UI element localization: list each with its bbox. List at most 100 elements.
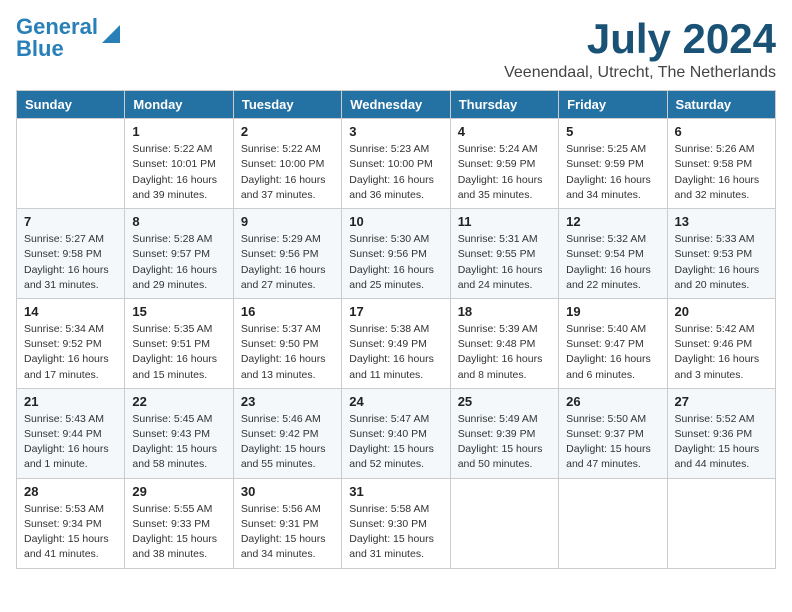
col-sunday: Sunday xyxy=(17,91,125,119)
day-info: Sunrise: 5:23 AM Sunset: 10:00 PM Daylig… xyxy=(349,142,442,203)
day-number: 17 xyxy=(349,304,442,319)
calendar-cell xyxy=(667,478,775,568)
day-number: 12 xyxy=(566,214,659,229)
day-number: 5 xyxy=(566,124,659,139)
calendar-week-row: 28Sunrise: 5:53 AM Sunset: 9:34 PM Dayli… xyxy=(17,478,776,568)
calendar-week-row: 7 Sunrise: 5:27 AM Sunset: 9:58 PM Daylig… xyxy=(17,209,776,299)
calendar-cell: 6Sunrise: 5:26 AM Sunset: 9:58 PM Daylig… xyxy=(667,119,775,209)
calendar-cell: 11 Sunrise: 5:31 AM Sunset: 9:55 PM Dayli… xyxy=(450,209,558,299)
calendar-cell: 7 Sunrise: 5:27 AM Sunset: 9:58 PM Daylig… xyxy=(17,209,125,299)
day-number: 31 xyxy=(349,484,442,499)
day-info: Sunrise: 5:43 AM Sunset: 9:44 PM Dayligh… xyxy=(24,412,117,473)
day-info: Sunrise: 5:30 AM Sunset: 9:56 PM Dayligh… xyxy=(349,232,442,293)
day-number: 7 xyxy=(24,214,117,229)
calendar-cell: 27 Sunrise: 5:52 AM Sunset: 9:36 PM Dayli… xyxy=(667,388,775,478)
calendar-week-row: 14 Sunrise: 5:34 AM Sunset: 9:52 PM Dayli… xyxy=(17,298,776,388)
day-info: Sunrise: 5:28 AM Sunset: 9:57 PM Dayligh… xyxy=(132,232,225,293)
calendar-cell: 13 Sunrise: 5:33 AM Sunset: 9:53 PM Dayli… xyxy=(667,209,775,299)
calendar-cell: 26 Sunrise: 5:50 AM Sunset: 9:37 PM Dayli… xyxy=(559,388,667,478)
calendar-cell xyxy=(17,119,125,209)
day-info: Sunrise: 5:40 AM Sunset: 9:47 PM Dayligh… xyxy=(566,322,659,383)
day-number: 25 xyxy=(458,394,551,409)
calendar-cell: 22 Sunrise: 5:45 AM Sunset: 9:43 PM Dayli… xyxy=(125,388,233,478)
calendar-cell: 12 Sunrise: 5:32 AM Sunset: 9:54 PM Dayli… xyxy=(559,209,667,299)
calendar-cell: 16 Sunrise: 5:37 AM Sunset: 9:50 PM Dayli… xyxy=(233,298,341,388)
day-info: Sunrise: 5:42 AM Sunset: 9:46 PM Dayligh… xyxy=(675,322,768,383)
calendar-cell: 15 Sunrise: 5:35 AM Sunset: 9:51 PM Dayli… xyxy=(125,298,233,388)
day-info: Sunrise: 5:37 AM Sunset: 9:50 PM Dayligh… xyxy=(241,322,334,383)
calendar-week-row: 21 Sunrise: 5:43 AM Sunset: 9:44 PM Dayli… xyxy=(17,388,776,478)
day-number: 16 xyxy=(241,304,334,319)
calendar-header-row: Sunday Monday Tuesday Wednesday Thursday… xyxy=(17,91,776,119)
calendar-cell: 4Sunrise: 5:24 AM Sunset: 9:59 PM Daylig… xyxy=(450,119,558,209)
day-number: 22 xyxy=(132,394,225,409)
col-wednesday: Wednesday xyxy=(342,91,450,119)
calendar-cell: 5Sunrise: 5:25 AM Sunset: 9:59 PM Daylig… xyxy=(559,119,667,209)
day-info: Sunrise: 5:33 AM Sunset: 9:53 PM Dayligh… xyxy=(675,232,768,293)
day-info: Sunrise: 5:39 AM Sunset: 9:48 PM Dayligh… xyxy=(458,322,551,383)
day-info: Sunrise: 5:56 AM Sunset: 9:31 PM Dayligh… xyxy=(241,502,334,563)
day-info: Sunrise: 5:22 AM Sunset: 10:01 PM Daylig… xyxy=(132,142,225,203)
col-thursday: Thursday xyxy=(450,91,558,119)
logo-arrow-icon xyxy=(100,23,122,45)
calendar-cell: 21 Sunrise: 5:43 AM Sunset: 9:44 PM Dayli… xyxy=(17,388,125,478)
day-number: 21 xyxy=(24,394,117,409)
day-info: Sunrise: 5:32 AM Sunset: 9:54 PM Dayligh… xyxy=(566,232,659,293)
day-number: 23 xyxy=(241,394,334,409)
day-number: 13 xyxy=(675,214,768,229)
calendar-cell xyxy=(450,478,558,568)
title-block: July 2024 Veenendaal, Utrecht, The Nethe… xyxy=(504,16,776,82)
day-info: Sunrise: 5:38 AM Sunset: 9:49 PM Dayligh… xyxy=(349,322,442,383)
day-number: 26 xyxy=(566,394,659,409)
calendar-cell: 23Sunrise: 5:46 AM Sunset: 9:42 PM Dayli… xyxy=(233,388,341,478)
day-info: Sunrise: 5:45 AM Sunset: 9:43 PM Dayligh… xyxy=(132,412,225,473)
calendar-table: Sunday Monday Tuesday Wednesday Thursday… xyxy=(16,90,776,568)
col-friday: Friday xyxy=(559,91,667,119)
calendar-cell: 29 Sunrise: 5:55 AM Sunset: 9:33 PM Dayli… xyxy=(125,478,233,568)
day-info: Sunrise: 5:55 AM Sunset: 9:33 PM Dayligh… xyxy=(132,502,225,563)
day-number: 18 xyxy=(458,304,551,319)
logo-text: GeneralBlue xyxy=(16,16,98,60)
day-info: Sunrise: 5:29 AM Sunset: 9:56 PM Dayligh… xyxy=(241,232,334,293)
calendar-cell: 3 Sunrise: 5:23 AM Sunset: 10:00 PM Dayli… xyxy=(342,119,450,209)
day-info: Sunrise: 5:27 AM Sunset: 9:58 PM Dayligh… xyxy=(24,232,117,293)
day-number: 27 xyxy=(675,394,768,409)
col-monday: Monday xyxy=(125,91,233,119)
day-info: Sunrise: 5:22 AM Sunset: 10:00 PM Daylig… xyxy=(241,142,334,203)
day-info: Sunrise: 5:34 AM Sunset: 9:52 PM Dayligh… xyxy=(24,322,117,383)
calendar-cell: 1 Sunrise: 5:22 AM Sunset: 10:01 PM Dayli… xyxy=(125,119,233,209)
calendar-cell: 31Sunrise: 5:58 AM Sunset: 9:30 PM Dayli… xyxy=(342,478,450,568)
calendar-cell: 2 Sunrise: 5:22 AM Sunset: 10:00 PM Dayli… xyxy=(233,119,341,209)
day-number: 14 xyxy=(24,304,117,319)
calendar-cell: 18 Sunrise: 5:39 AM Sunset: 9:48 PM Dayli… xyxy=(450,298,558,388)
day-info: Sunrise: 5:35 AM Sunset: 9:51 PM Dayligh… xyxy=(132,322,225,383)
day-number: 10 xyxy=(349,214,442,229)
calendar-cell xyxy=(559,478,667,568)
day-info: Sunrise: 5:31 AM Sunset: 9:55 PM Dayligh… xyxy=(458,232,551,293)
day-number: 1 xyxy=(132,124,225,139)
calendar-cell: 14 Sunrise: 5:34 AM Sunset: 9:52 PM Dayli… xyxy=(17,298,125,388)
calendar-cell: 9Sunrise: 5:29 AM Sunset: 9:56 PM Daylig… xyxy=(233,209,341,299)
calendar-cell: 30Sunrise: 5:56 AM Sunset: 9:31 PM Dayli… xyxy=(233,478,341,568)
page-header: GeneralBlue July 2024 Veenendaal, Utrech… xyxy=(16,16,776,82)
calendar-cell: 10 Sunrise: 5:30 AM Sunset: 9:56 PM Dayli… xyxy=(342,209,450,299)
col-tuesday: Tuesday xyxy=(233,91,341,119)
day-number: 15 xyxy=(132,304,225,319)
day-info: Sunrise: 5:50 AM Sunset: 9:37 PM Dayligh… xyxy=(566,412,659,473)
day-number: 3 xyxy=(349,124,442,139)
day-info: Sunrise: 5:53 AM Sunset: 9:34 PM Dayligh… xyxy=(24,502,117,563)
calendar-cell: 20 Sunrise: 5:42 AM Sunset: 9:46 PM Dayli… xyxy=(667,298,775,388)
calendar-week-row: 1 Sunrise: 5:22 AM Sunset: 10:01 PM Dayli… xyxy=(17,119,776,209)
calendar-cell: 25 Sunrise: 5:49 AM Sunset: 9:39 PM Dayli… xyxy=(450,388,558,478)
calendar-cell: 8Sunrise: 5:28 AM Sunset: 9:57 PM Daylig… xyxy=(125,209,233,299)
day-number: 20 xyxy=(675,304,768,319)
day-info: Sunrise: 5:52 AM Sunset: 9:36 PM Dayligh… xyxy=(675,412,768,473)
day-info: Sunrise: 5:49 AM Sunset: 9:39 PM Dayligh… xyxy=(458,412,551,473)
calendar-cell: 28Sunrise: 5:53 AM Sunset: 9:34 PM Dayli… xyxy=(17,478,125,568)
day-number: 2 xyxy=(241,124,334,139)
day-number: 29 xyxy=(132,484,225,499)
location-subtitle: Veenendaal, Utrecht, The Netherlands xyxy=(504,64,776,82)
calendar-cell: 24Sunrise: 5:47 AM Sunset: 9:40 PM Dayli… xyxy=(342,388,450,478)
day-number: 11 xyxy=(458,214,551,229)
day-number: 6 xyxy=(675,124,768,139)
